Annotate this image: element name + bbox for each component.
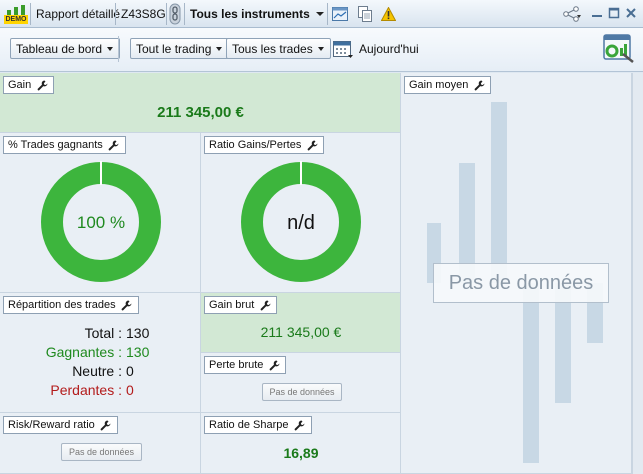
warning-icon[interactable] xyxy=(381,0,396,28)
report-settings-icon[interactable] xyxy=(603,32,635,67)
calendar-icon[interactable] xyxy=(333,39,353,62)
distribution-row-neutral: Neutre : 0 xyxy=(0,362,198,381)
gain-value: 211 345,00 € xyxy=(157,104,244,121)
distribution-row-losers: Perdantes : 0 xyxy=(0,381,198,400)
chart-window-icon[interactable] xyxy=(332,0,348,28)
trades-filter-dropdown[interactable]: Tous les trades xyxy=(226,38,331,59)
title-bar: DEMO Rapport détaillé Z43S8G Tous les in… xyxy=(0,0,643,28)
gross-gain-value: 211 345,00 € xyxy=(260,324,342,340)
share-icon[interactable] xyxy=(563,0,581,28)
profit-loss-ratio-panel: Ratio Gains/Pertes n/d xyxy=(201,133,401,293)
distribution-value: 0 xyxy=(126,363,134,379)
dashboard-dropdown[interactable]: Tableau de bord xyxy=(10,38,121,59)
wrench-icon[interactable] xyxy=(305,138,319,152)
wrench-icon[interactable] xyxy=(293,418,307,432)
risk-reward-panel: Risk/Reward ratio Pas de données xyxy=(0,413,201,474)
profit-loss-ratio-value: n/d xyxy=(287,212,315,234)
account-id: Z43S8G xyxy=(121,7,166,21)
sharpe-ratio-panel: Ratio de Sharpe 16,89 xyxy=(201,413,401,474)
win-rate-value: 100 % xyxy=(76,213,126,232)
trade-distribution-title[interactable]: Répartition des trades xyxy=(3,296,139,314)
wrench-icon[interactable] xyxy=(107,138,121,152)
trade-distribution-panel: Répartition des trades Total : 130 Gagna… xyxy=(0,293,201,413)
placeholder-bar xyxy=(523,283,539,463)
gross-gain-title[interactable]: Gain brut xyxy=(204,296,278,314)
close-button[interactable] xyxy=(625,7,637,19)
average-gain-title[interactable]: Gain moyen xyxy=(404,76,492,94)
sharpe-ratio-value: 16,89 xyxy=(283,445,319,461)
distribution-value: 130 xyxy=(126,325,150,341)
instruments-dropdown[interactable]: Tous les instruments xyxy=(190,0,324,28)
trading-filter-dropdown[interactable]: Tout le trading xyxy=(130,38,230,59)
distribution-row-winners: Gagnantes : 130 xyxy=(0,343,198,362)
demo-chart-icon: DEMO xyxy=(4,4,28,24)
distribution-label: Neutre : xyxy=(72,363,122,379)
link-chain-icon[interactable] xyxy=(169,0,181,28)
wrench-icon[interactable] xyxy=(472,78,486,92)
sharpe-ratio-title[interactable]: Ratio de Sharpe xyxy=(204,416,312,434)
toolbar: Tableau de bord Tout le trading Tous les… xyxy=(0,28,643,72)
distribution-label: Gagnantes : xyxy=(45,344,122,360)
right-edge-strip xyxy=(632,73,643,474)
win-rate-panel: % Trades gagnants 100 % xyxy=(0,133,201,293)
wrench-icon[interactable] xyxy=(267,358,281,372)
distribution-row-total: Total : 130 xyxy=(0,324,198,343)
wrench-icon[interactable] xyxy=(99,418,113,432)
gross-gain-panel: Gain brut 211 345,00 € xyxy=(201,293,401,353)
profit-loss-ratio-title[interactable]: Ratio Gains/Pertes xyxy=(204,136,325,154)
distribution-value: 130 xyxy=(126,344,150,360)
win-rate-title[interactable]: % Trades gagnants xyxy=(3,136,126,154)
distribution-value: 0 xyxy=(126,382,134,398)
copy-document-icon[interactable] xyxy=(358,0,372,28)
distribution-label: Total : xyxy=(84,325,122,341)
risk-reward-no-data: Pas de données xyxy=(61,443,142,461)
gross-loss-panel: Perte brute Pas de données xyxy=(201,353,401,413)
average-gain-no-data: Pas de données xyxy=(433,263,609,303)
report-title: Rapport détaillé xyxy=(36,7,121,21)
wrench-icon[interactable] xyxy=(258,298,272,312)
gross-loss-title[interactable]: Perte brute xyxy=(204,356,287,374)
maximize-button[interactable] xyxy=(608,7,620,19)
date-label[interactable]: Aujourd'hui xyxy=(359,42,419,56)
wrench-icon[interactable] xyxy=(35,78,49,92)
gross-loss-no-data: Pas de données xyxy=(262,383,342,401)
gain-panel: Gain 211 345,00 € xyxy=(0,73,401,133)
distribution-label: Perdantes : xyxy=(50,382,122,398)
gain-title[interactable]: Gain xyxy=(3,76,55,94)
wrench-icon[interactable] xyxy=(120,298,134,312)
risk-reward-title[interactable]: Risk/Reward ratio xyxy=(3,416,118,434)
minimize-button[interactable] xyxy=(591,7,603,19)
placeholder-bar xyxy=(491,102,507,283)
